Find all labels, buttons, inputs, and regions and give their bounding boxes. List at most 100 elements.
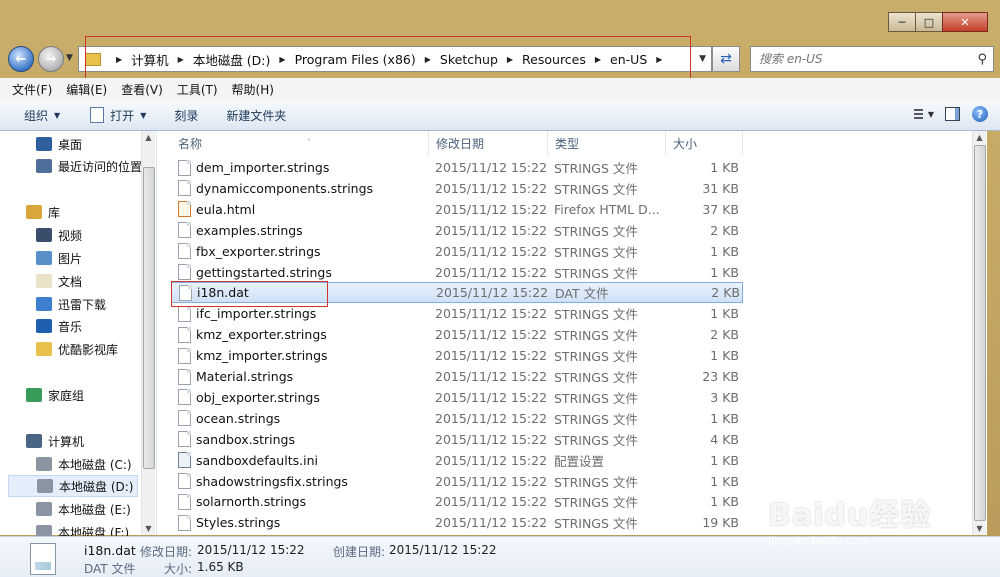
sidebar-item[interactable]: 最近访问的位置 xyxy=(36,155,142,177)
file-thumbnail-icon xyxy=(30,543,56,575)
help-icon: ? xyxy=(972,106,988,122)
details-created-value: 2015/11/12 15:22 xyxy=(389,543,497,557)
sidebar-item[interactable]: 桌面 xyxy=(36,133,82,155)
view-icon xyxy=(914,109,923,119)
file-size: 2 KB xyxy=(710,327,739,343)
nav-scroll-thumb[interactable] xyxy=(143,167,155,469)
sidebar-item-label: 音乐 xyxy=(58,319,83,334)
file-row[interactable]: shadowstringsfix.strings 2015/11/12 15:22… xyxy=(171,471,743,492)
drive-icon xyxy=(36,457,52,471)
file-icon xyxy=(178,431,191,448)
menu-view[interactable]: 查看(V) xyxy=(121,81,163,98)
sidebar-item-label: 视频 xyxy=(58,228,83,243)
file-name: Material.strings xyxy=(196,369,294,384)
file-row[interactable]: ocean.strings 2015/11/12 15:22 STRINGS 文件 1… xyxy=(171,408,743,429)
burn-button[interactable]: 刻录 xyxy=(174,107,198,124)
menu-edit[interactable]: 编辑(E) xyxy=(66,81,107,98)
details-created-label: 创建日期: xyxy=(333,545,386,559)
column-date[interactable]: 修改日期 xyxy=(429,131,548,155)
change-view-button[interactable]: ▼ xyxy=(914,105,934,123)
file-name: obj_exporter.strings xyxy=(196,389,320,405)
forward-button[interactable]: → xyxy=(38,46,64,72)
sidebar-item[interactable]: 本地磁盘 (C:) xyxy=(36,453,132,475)
sidebar-item[interactable]: 视频 xyxy=(36,224,82,246)
sidebar-item[interactable]: 音乐 xyxy=(36,315,82,337)
column-name[interactable]: 名称 ˄ xyxy=(171,131,429,155)
file-row[interactable]: sandbox.strings 2015/11/12 15:22 STRINGS 文… xyxy=(171,429,743,450)
file-icon xyxy=(178,493,191,510)
file-name: Styles.strings xyxy=(196,515,281,531)
menu-file[interactable]: 文件(F) xyxy=(12,81,52,98)
details-file-type: DAT 文件 xyxy=(84,562,136,576)
file-size: 1 KB xyxy=(710,160,739,175)
scroll-up-icon[interactable]: ▲ xyxy=(142,131,155,144)
scroll-up-icon[interactable]: ▲ xyxy=(973,131,986,144)
file-row[interactable]: Material.strings 2015/11/12 15:22 STRINGS … xyxy=(171,366,743,387)
back-button[interactable]: ← xyxy=(8,46,34,72)
new-folder-button[interactable]: 新建文件夹 xyxy=(226,107,286,124)
file-size: 1 KB xyxy=(710,306,739,322)
address-dropdown-icon[interactable]: ▼ xyxy=(694,54,711,64)
file-size: 4 KB xyxy=(710,431,739,447)
list-scroll-thumb[interactable] xyxy=(974,145,986,521)
open-button[interactable]: 打开 ▼ xyxy=(90,107,146,124)
preview-pane-button[interactable] xyxy=(942,105,962,123)
sidebar-item[interactable]: 文档 xyxy=(36,270,82,292)
list-scrollbar[interactable]: ▲ ▼ xyxy=(972,131,986,535)
file-row[interactable]: kmz_exporter.strings 2015/11/12 15:22 STRI… xyxy=(171,324,743,345)
file-icon xyxy=(178,389,191,406)
desktop-icon xyxy=(36,137,52,151)
maximize-button[interactable]: □ xyxy=(915,12,943,32)
sidebar-item[interactable]: 库 xyxy=(26,201,60,223)
file-date: 2015/11/12 15:22 xyxy=(435,222,548,238)
watermark-brand: Baidu经验 xyxy=(768,498,932,533)
sidebar-item[interactable]: 本地磁盘 (D:) xyxy=(8,475,138,497)
file-row[interactable]: dynamiccomponents.strings 2015/11/12 15:2… xyxy=(171,178,743,199)
file-row[interactable]: Styles.strings 2015/11/12 15:22 STRINGS 文件… xyxy=(171,512,743,533)
menu-help[interactable]: 帮助(H) xyxy=(232,81,274,98)
file-size: 2 KB xyxy=(711,285,740,301)
file-date: 2015/11/12 15:22 xyxy=(435,243,548,259)
sidebar-item[interactable]: 计算机 xyxy=(26,430,84,452)
refresh-button[interactable]: ⇄ xyxy=(712,46,740,72)
file-size: 1 KB xyxy=(710,243,739,259)
file-row[interactable]: kmz_importer.strings 2015/11/12 15:22 STRI… xyxy=(171,345,743,366)
file-row[interactable]: examples.strings 2015/11/12 15:22 STRINGS … xyxy=(171,220,743,241)
file-row[interactable]: obj_exporter.strings 2015/11/12 15:22 STRI… xyxy=(171,387,743,408)
file-row[interactable]: eula.html 2015/11/12 15:22 Firefox HTML D.… xyxy=(171,199,743,220)
recent-pages-dropdown-icon[interactable]: ▼ xyxy=(66,53,73,63)
sort-ascending-icon: ˄ xyxy=(307,138,311,147)
column-type[interactable]: 类型 xyxy=(548,131,666,155)
column-name-label: 名称 xyxy=(178,137,203,151)
file-icon xyxy=(178,180,191,197)
file-name: gettingstarted.strings xyxy=(196,264,332,280)
chevron-down-icon: ▼ xyxy=(140,110,147,120)
sidebar-item[interactable]: 迅雷下载 xyxy=(36,293,106,315)
organize-button[interactable]: 组织 ▼ xyxy=(24,107,60,124)
menu-tools[interactable]: 工具(T) xyxy=(177,81,218,98)
help-button[interactable]: ? xyxy=(970,105,990,123)
sidebar-item[interactable]: 家庭组 xyxy=(26,384,84,406)
column-size[interactable]: 大小 xyxy=(666,131,743,155)
scroll-down-icon[interactable]: ▼ xyxy=(142,522,155,535)
file-size: 1 KB xyxy=(710,264,739,280)
file-type: STRINGS 文件 xyxy=(554,411,638,427)
close-button[interactable]: ✕ xyxy=(942,12,988,32)
file-row[interactable]: fbx_exporter.strings 2015/11/12 15:22 STRI… xyxy=(171,241,743,262)
search-input[interactable] xyxy=(751,51,961,67)
sidebar-item[interactable]: 图片 xyxy=(36,247,82,269)
organize-label: 组织 xyxy=(24,108,49,123)
file-date: 2015/11/12 15:22 xyxy=(435,410,548,426)
file-row[interactable]: gettingstarted.strings 2015/11/12 15:22 ST… xyxy=(171,262,743,283)
sidebar-item[interactable]: 优酷影视库 xyxy=(36,338,118,360)
details-modified-value: 2015/11/12 15:22 xyxy=(197,543,305,557)
sidebar-item[interactable]: 本地磁盘 (E:) xyxy=(36,498,131,520)
file-row[interactable]: dem_importer.strings 2015/11/12 15:22 STRI… xyxy=(171,157,743,178)
file-row[interactable]: solarnorth.strings 2015/11/12 15:22 STRING… xyxy=(171,491,743,512)
nav-scrollbar[interactable]: ▲ ▼ xyxy=(141,131,155,535)
search-box[interactable]: ⚲ xyxy=(750,46,994,72)
search-icon[interactable]: ⚲ xyxy=(977,52,987,67)
minimize-button[interactable]: ─ xyxy=(888,12,916,32)
file-row[interactable]: sandboxdefaults.ini 2015/11/12 15:22 配置设置 1… xyxy=(171,450,743,471)
file-size: 1 KB xyxy=(710,473,739,489)
